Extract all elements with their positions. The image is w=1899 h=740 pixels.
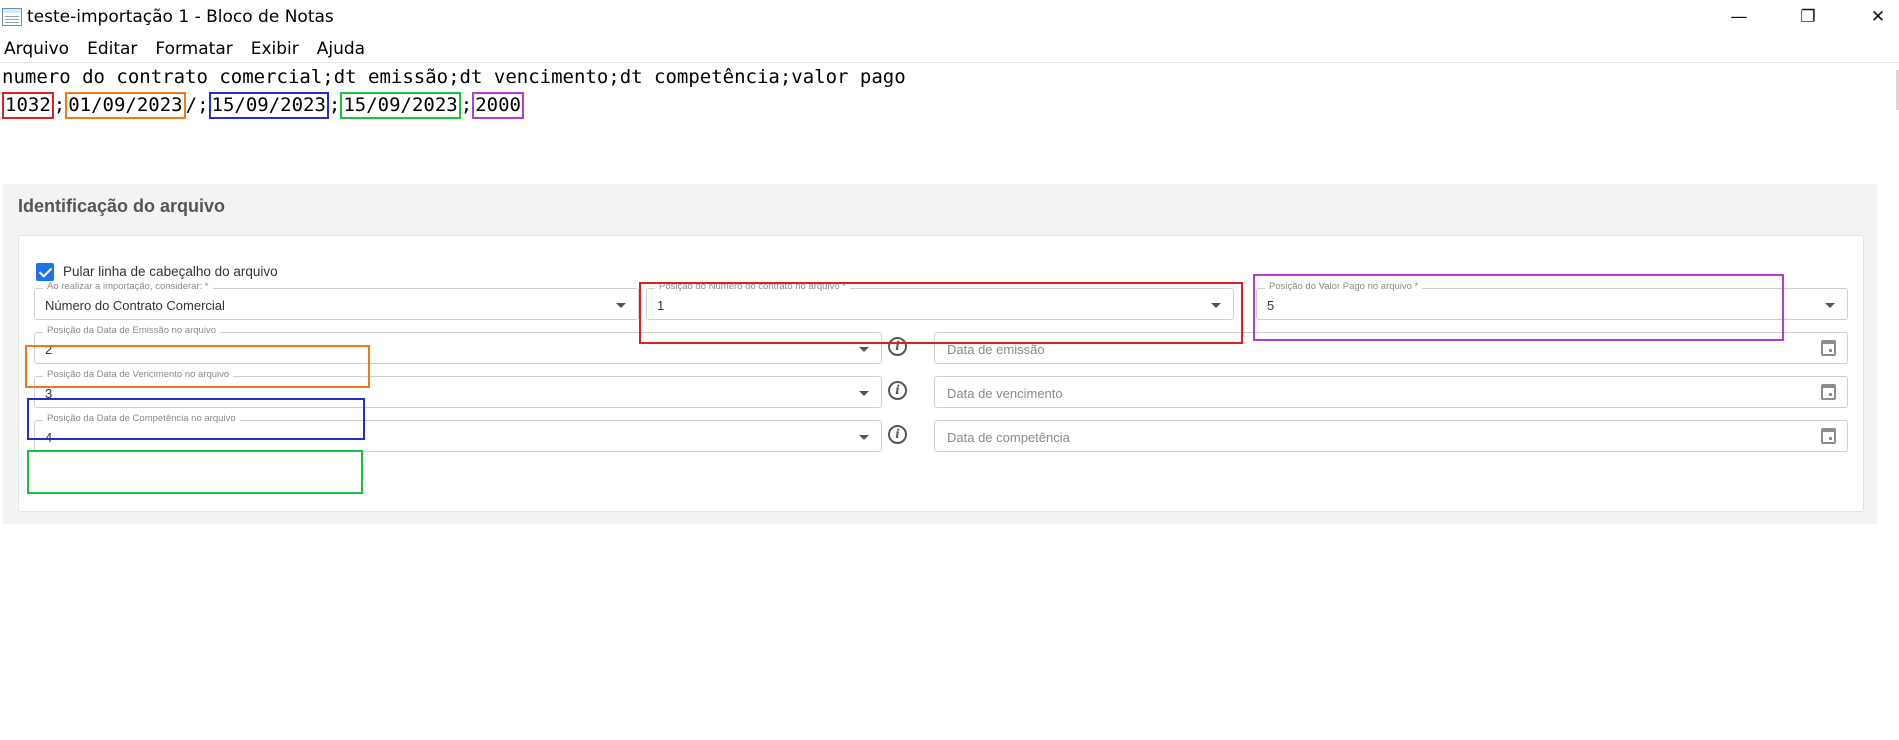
pos-valor-label: Posição do Valor Pago no arquivo * — [1265, 281, 1423, 292]
menu-arquivo[interactable]: Arquivo — [0, 36, 83, 62]
separator: ; — [328, 94, 341, 116]
date-vencimento-input[interactable]: Data de vencimento — [934, 376, 1848, 408]
file-identification-panel: Identificação do arquivo Pular linha de … — [3, 184, 1877, 524]
date-competencia-input[interactable]: Data de competência — [934, 420, 1848, 452]
form-card: Pular linha de cabeçalho do arquivo Ao r… — [18, 235, 1864, 512]
chevron-down-icon — [859, 435, 869, 440]
info-icon[interactable]: i — [888, 381, 907, 400]
consider-value: Número do Contrato Comercial — [45, 298, 225, 313]
separator: ; — [53, 94, 66, 116]
date-emissao-input[interactable]: Data de emissão — [934, 332, 1848, 364]
chevron-down-icon — [1211, 303, 1221, 308]
separator-slash: / — [185, 94, 198, 116]
chevron-down-icon — [859, 347, 869, 352]
date-vencimento-placeholder: Data de vencimento — [947, 386, 1063, 401]
value-emissao: 01/09/2023 — [65, 92, 186, 119]
calendar-icon[interactable] — [1821, 428, 1836, 444]
pos-valor-value: 5 — [1267, 298, 1275, 313]
window-title: teste-importação 1 - Bloco de Notas — [27, 7, 334, 27]
pos-vencimento-select[interactable]: Posição da Data de Vencimento no arquivo… — [34, 369, 882, 408]
chevron-down-icon — [1825, 303, 1835, 308]
calendar-icon[interactable] — [1821, 384, 1836, 400]
date-emissao-placeholder: Data de emissão — [947, 342, 1045, 357]
menu-bar: Arquivo Editar Formatar Exibir Ajuda — [0, 36, 379, 62]
consider-select[interactable]: Ao realizar a importação, considerar: * … — [34, 281, 639, 320]
maximize-button[interactable]: ❐ — [1775, 0, 1841, 34]
separator: ; — [197, 94, 209, 116]
pos-contrato-label: Posição do Número do contrato no arquivo… — [655, 281, 850, 292]
pos-emissao-select[interactable]: Posição da Data de Emissão no arquivo 2 — [34, 325, 882, 364]
pos-competencia-select[interactable]: Posição da Data de Competência no arquiv… — [34, 413, 882, 452]
csv-data-line: 1032 ; 01/09/2023 / ; 15/09/2023 ; 15/09… — [2, 92, 524, 119]
menu-exibir[interactable]: Exibir — [247, 36, 313, 62]
pos-contrato-value: 1 — [657, 298, 665, 313]
date-competencia-placeholder: Data de competência — [947, 430, 1070, 445]
skip-header-label: Pular linha de cabeçalho do arquivo — [63, 264, 278, 279]
pos-vencimento-label: Posição da Data de Vencimento no arquivo — [43, 369, 234, 380]
text-editor[interactable]: numero do contrato comercial;dt emissão;… — [0, 62, 1899, 182]
section-title: Identificação do arquivo — [18, 196, 226, 216]
close-button[interactable]: ✕ — [1845, 0, 1899, 34]
pos-emissao-label: Posição da Data de Emissão no arquivo — [43, 325, 220, 336]
pos-contrato-select[interactable]: Posição do Número do contrato no arquivo… — [646, 281, 1234, 320]
info-icon[interactable]: i — [888, 337, 907, 356]
chevron-down-icon — [859, 391, 869, 396]
info-icon[interactable]: i — [888, 425, 907, 444]
value-contrato: 1032 — [2, 92, 54, 119]
pos-competencia-value: 4 — [45, 430, 53, 445]
value-valor: 2000 — [472, 92, 524, 119]
minimize-button[interactable]: — — [1706, 0, 1772, 34]
consider-label: Ao realizar a importação, considerar: * — [43, 281, 213, 292]
notepad-icon — [2, 8, 22, 26]
csv-header-line: numero do contrato comercial;dt emissão;… — [2, 66, 906, 88]
menu-ajuda[interactable]: Ajuda — [313, 36, 379, 62]
menu-editar[interactable]: Editar — [83, 36, 151, 62]
skip-header-checkbox[interactable] — [36, 263, 54, 281]
calendar-icon[interactable] — [1821, 340, 1836, 356]
menu-formatar[interactable]: Formatar — [151, 36, 246, 62]
value-competencia: 15/09/2023 — [340, 92, 461, 119]
separator: ; — [460, 94, 473, 116]
value-vencimento: 15/09/2023 — [208, 92, 329, 119]
pos-vencimento-value: 3 — [45, 386, 53, 401]
pos-valor-select[interactable]: Posição do Valor Pago no arquivo * 5 — [1256, 281, 1848, 320]
pos-competencia-label: Posição da Data de Competência no arquiv… — [43, 413, 240, 424]
pos-emissao-value: 2 — [45, 342, 53, 357]
title-bar: teste-importação 1 - Bloco de Notas — ❐ … — [0, 0, 1899, 34]
chevron-down-icon — [616, 303, 626, 308]
